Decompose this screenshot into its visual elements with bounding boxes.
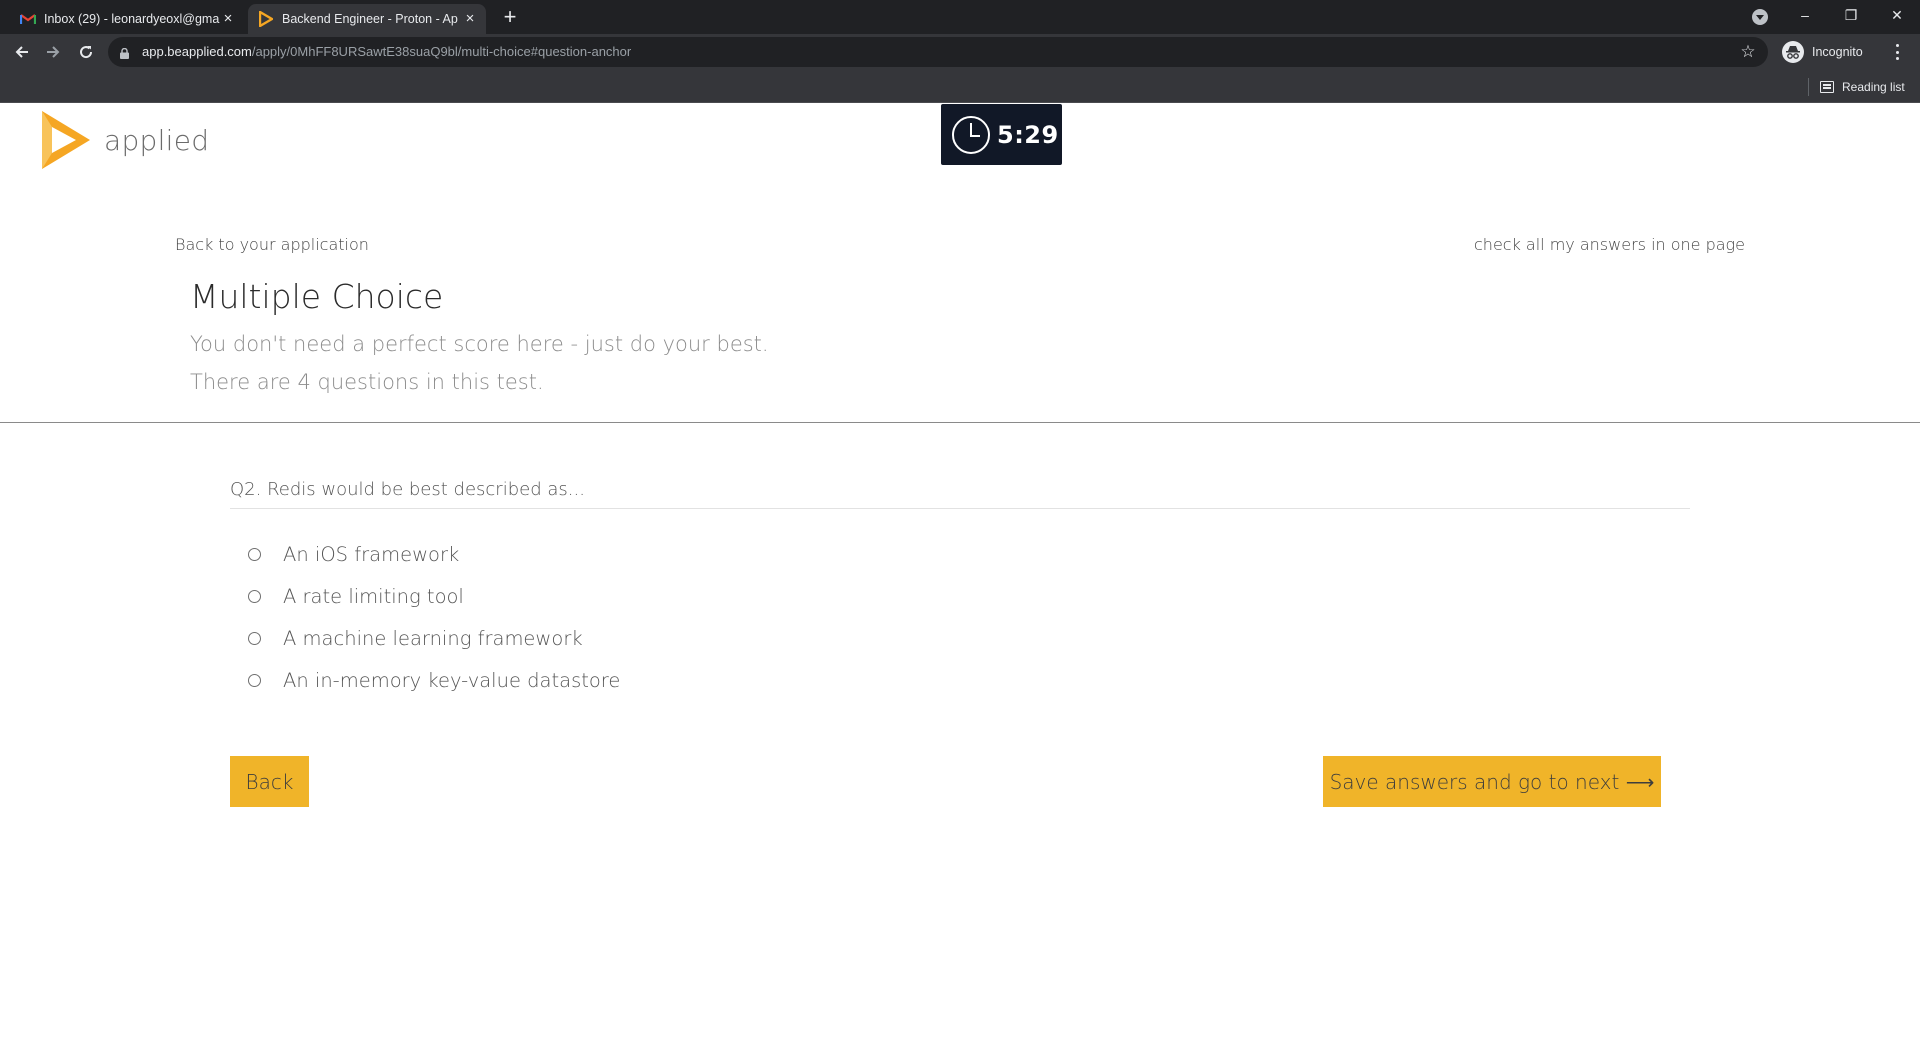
tab-title: Inbox (29) - leonardyeoxl@gmail.com <box>44 12 220 26</box>
clock-icon <box>952 115 990 154</box>
option-label: A machine learning framework <box>283 626 583 650</box>
reading-list-button[interactable]: Reading list <box>1820 77 1905 97</box>
incognito-indicator[interactable]: Incognito <box>1782 38 1863 66</box>
browser-tab-bar: Inbox (29) - leonardyeoxl@gmail.com × Ba… <box>0 0 1920 34</box>
logo-text: applied <box>104 123 210 157</box>
option-label: A rate limiting tool <box>283 584 464 608</box>
incognito-label: Incognito <box>1812 45 1863 59</box>
forward-arrow-icon[interactable] <box>41 40 65 64</box>
close-tab-icon[interactable]: × <box>220 11 236 27</box>
radio-button[interactable] <box>248 631 261 645</box>
option-label: An iOS framework <box>283 542 460 566</box>
subtitle-question-count: There are 4 questions in this test. <box>190 370 544 394</box>
option-ios-framework[interactable]: An iOS framework <box>248 533 620 575</box>
url-text: app.beapplied.com/apply/0MhFF8URSawtE38s… <box>142 44 631 59</box>
countdown-timer: 5:29 <box>941 104 1062 165</box>
answer-options: An iOS framework A rate limiting tool A … <box>248 533 620 701</box>
reload-icon[interactable] <box>74 40 98 64</box>
applied-logo[interactable]: applied <box>38 107 209 173</box>
radio-button[interactable] <box>248 547 261 561</box>
browser-menu-icon[interactable] <box>1893 42 1901 62</box>
reading-list-icon <box>1820 81 1834 93</box>
incognito-icon <box>1782 41 1804 63</box>
bookmark-star-icon[interactable]: ☆ <box>1738 42 1758 62</box>
site-header: applied 5:29 <box>0 103 1920 193</box>
save-and-next-button[interactable]: Save answers and go to next ⟶ <box>1323 756 1661 807</box>
browser-toolbar: app.beapplied.com/apply/0MhFF8URSawtE38s… <box>0 34 1920 70</box>
section-divider <box>0 422 1920 423</box>
back-arrow-icon[interactable] <box>10 40 34 64</box>
tab-search-icon[interactable] <box>1752 9 1768 25</box>
url-host: app.beapplied.com <box>142 44 252 59</box>
option-rate-limiting-tool[interactable]: A rate limiting tool <box>248 575 620 617</box>
close-tab-icon[interactable]: × <box>462 11 478 27</box>
tab-title: Backend Engineer - Proton - Applied <box>282 12 458 26</box>
close-window-button[interactable]: ✕ <box>1874 0 1920 32</box>
address-bar[interactable]: app.beapplied.com/apply/0MhFF8URSawtE38s… <box>108 37 1768 67</box>
radio-button[interactable] <box>248 589 261 603</box>
lock-icon <box>120 46 129 59</box>
option-in-memory-datastore[interactable]: An in-memory key-value datastore <box>248 659 620 701</box>
bookmarks-bar: Reading list <box>0 70 1920 103</box>
new-tab-button[interactable]: + <box>498 5 522 29</box>
page-title: Multiple Choice <box>190 277 444 316</box>
applied-icon <box>258 11 274 27</box>
back-to-application-link[interactable]: Back to your application <box>175 235 369 254</box>
gmail-icon <box>20 11 36 27</box>
restore-button[interactable]: ❐ <box>1828 0 1874 32</box>
applied-logo-icon <box>42 111 90 169</box>
minimize-button[interactable]: – <box>1782 0 1828 32</box>
timer-value: 5:29 <box>997 120 1059 149</box>
url-path: /apply/0MhFF8URSawtE38suaQ9bl/multi-choi… <box>251 44 632 59</box>
question-text: Q2. Redis would be best described as... <box>230 479 1690 509</box>
radio-button[interactable] <box>248 673 261 687</box>
tab-gmail-inbox[interactable]: Inbox (29) - leonardyeoxl@gmail.com × <box>12 4 244 34</box>
tab-backend-engineer[interactable]: Backend Engineer - Proton - Applied × <box>248 4 486 34</box>
check-all-answers-link[interactable]: check all my answers in one page <box>1474 235 1745 254</box>
option-machine-learning-framework[interactable]: A machine learning framework <box>248 617 620 659</box>
bookmarks-separator <box>1808 78 1809 96</box>
option-label: An in-memory key-value datastore <box>283 668 621 692</box>
subtitle-encouragement: You don't need a perfect score here - ju… <box>190 332 769 356</box>
page-content: applied 5:29 Back to your application ch… <box>0 103 1920 1040</box>
reading-list-label: Reading list <box>1842 80 1905 94</box>
back-button[interactable]: Back <box>230 756 309 807</box>
